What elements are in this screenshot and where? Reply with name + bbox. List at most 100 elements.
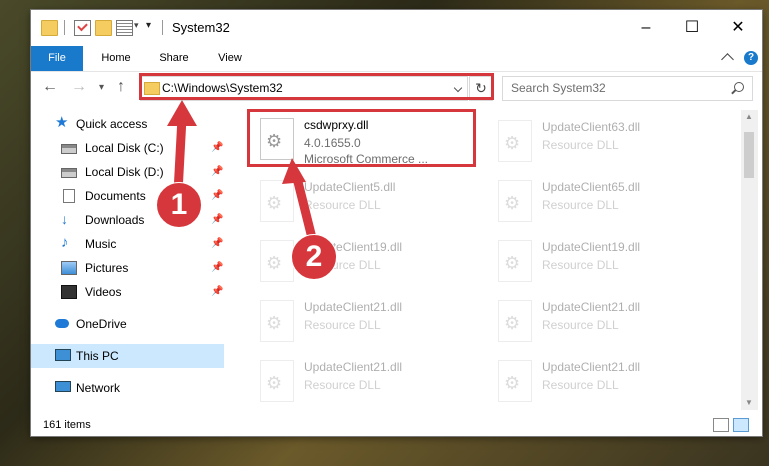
sidebar-item-label: Quick access [76,117,148,131]
scrollbar-thumb[interactable] [744,132,754,178]
file-name: UpdateClient21.dll [304,300,403,314]
sidebar-item-this-pc[interactable]: This PC [31,344,224,368]
folder-icon [41,20,58,36]
sidebar-item-label: Local Disk (C:) [85,141,164,155]
separator [64,20,65,35]
documents-icon [63,189,75,203]
forward-button[interactable]: → [71,78,87,96]
dll-file-icon [498,300,532,342]
properties-check-icon[interactable] [74,20,91,36]
sidebar-item-label: Documents [85,189,146,203]
window-title: System32 [172,20,230,35]
file-item[interactable]: UpdateClient19.dll Resource DLL [490,234,720,290]
item-count: 161 items [43,419,91,431]
pin-icon[interactable]: 📌 [211,214,223,225]
maximize-button[interactable]: ☐ [669,10,715,46]
new-folder-icon[interactable] [95,20,112,36]
sidebar-item-quick-access[interactable]: ★ Quick access [31,112,224,136]
large-icons-view-icon[interactable] [733,418,749,432]
sidebar-item-label: Music [85,237,117,251]
file-item[interactable]: UpdateClient63.dll Resource DLL [490,114,720,170]
tab-share[interactable]: Share [149,46,199,71]
star-icon: ★ [55,114,69,131]
tab-home[interactable]: Home [91,46,141,71]
pin-icon[interactable]: 📌 [211,238,223,249]
file-name: UpdateClient21.dll [542,300,641,314]
back-button[interactable]: ← [42,78,58,96]
file-item[interactable]: UpdateClient21.dll Resource DLL [490,294,720,350]
file-item[interactable]: UpdateClient5.dll Resource DLL [252,174,482,230]
sidebar-item-local-disk-c[interactable]: Local Disk (C:) 📌 [31,136,224,160]
sidebar-item-onedrive[interactable]: OneDrive [31,312,224,336]
file-item[interactable]: UpdateClient65.dll Resource DLL [490,174,720,230]
sidebar-item-label: Local Disk (D:) [85,165,164,179]
file-item[interactable]: UpdateClient21.dll Resource DLL [252,354,482,410]
vertical-scrollbar[interactable]: ▲ ▼ [741,110,758,410]
file-name: UpdateClient63.dll [542,120,641,134]
quick-access-dropdown-icon[interactable]: ▾ [134,20,139,31]
sidebar-item-label: This PC [76,349,119,363]
scroll-up-icon[interactable]: ▲ [745,112,753,121]
dll-file-icon [260,300,294,342]
dll-file-icon [260,360,294,402]
pin-icon[interactable]: 📌 [211,142,223,153]
minimize-button[interactable]: – [623,10,669,46]
sidebar-item-videos[interactable]: Videos 📌 [31,280,224,304]
file-name: UpdateClient65.dll [542,180,641,194]
dll-file-icon [498,360,532,402]
sidebar-item-network[interactable]: Network [31,376,224,400]
ribbon-tabs: File Home Share View ? [31,46,762,72]
customize-icon[interactable] [116,20,133,36]
search-placeholder: Search System32 [511,81,606,95]
dll-file-icon [498,120,532,162]
sidebar-item-pictures[interactable]: Pictures 📌 [31,256,224,280]
pin-icon[interactable]: 📌 [211,166,223,177]
pictures-icon [61,261,77,275]
sidebar-item-label: Downloads [85,213,145,227]
file-type: Resource DLL [542,378,619,392]
help-icon[interactable]: ? [744,51,758,65]
qa-toolbar-chevron-icon[interactable]: ▾ [146,20,151,31]
sidebar-item-music[interactable]: ♪ Music 📌 [31,232,224,256]
file-item[interactable]: UpdateClient21.dll Resource DLL [252,294,482,350]
sidebar-item-label: Pictures [85,261,129,275]
cloud-icon [55,319,69,328]
search-input[interactable]: Search System32 [502,76,753,101]
tab-file[interactable]: File [31,46,83,71]
pin-icon[interactable]: 📌 [211,190,223,201]
title-bar: ▾ ▾ System32 – ☐ ✕ [31,10,762,46]
details-view-icon[interactable] [713,418,729,432]
expand-ribbon-icon[interactable] [721,53,734,66]
sidebar-item-label: Network [76,381,121,395]
recent-locations-button[interactable]: ▾ [99,82,104,93]
file-type: Resource DLL [542,258,619,272]
separator [162,20,163,35]
file-type: Resource DLL [542,198,619,212]
dll-file-icon [260,180,294,222]
scroll-down-icon[interactable]: ▼ [745,398,753,407]
file-name: UpdateClient21.dll [304,360,403,374]
sidebar-item-local-disk-d[interactable]: Local Disk (D:) 📌 [31,160,224,184]
dll-file-icon [498,180,532,222]
file-type: Resource DLL [304,318,381,332]
file-type: Resource DLL [542,318,619,332]
file-name: UpdateClient21.dll [542,360,641,374]
file-name: UpdateClient5.dll [304,180,396,194]
disk-icon [61,168,77,178]
search-icon[interactable] [734,82,744,92]
file-type: Resource DLL [542,138,619,152]
callout-badge-2: 2 [291,234,337,280]
pin-icon[interactable]: 📌 [211,262,223,273]
file-item[interactable]: UpdateClient21.dll Resource DLL [490,354,720,410]
status-bar: 161 items [31,413,762,436]
pin-icon[interactable]: 📌 [211,286,223,297]
close-button[interactable]: ✕ [715,10,761,46]
disk-icon [61,144,77,154]
file-item[interactable]: UpdateClient19.dll Resource DLL [252,234,482,290]
tab-view[interactable]: View [205,46,255,71]
download-icon: ↓ [61,211,68,227]
pc-icon [55,349,71,361]
up-button[interactable]: ↑ [117,78,125,96]
file-name: UpdateClient19.dll [542,240,641,254]
dll-file-icon [260,240,294,282]
